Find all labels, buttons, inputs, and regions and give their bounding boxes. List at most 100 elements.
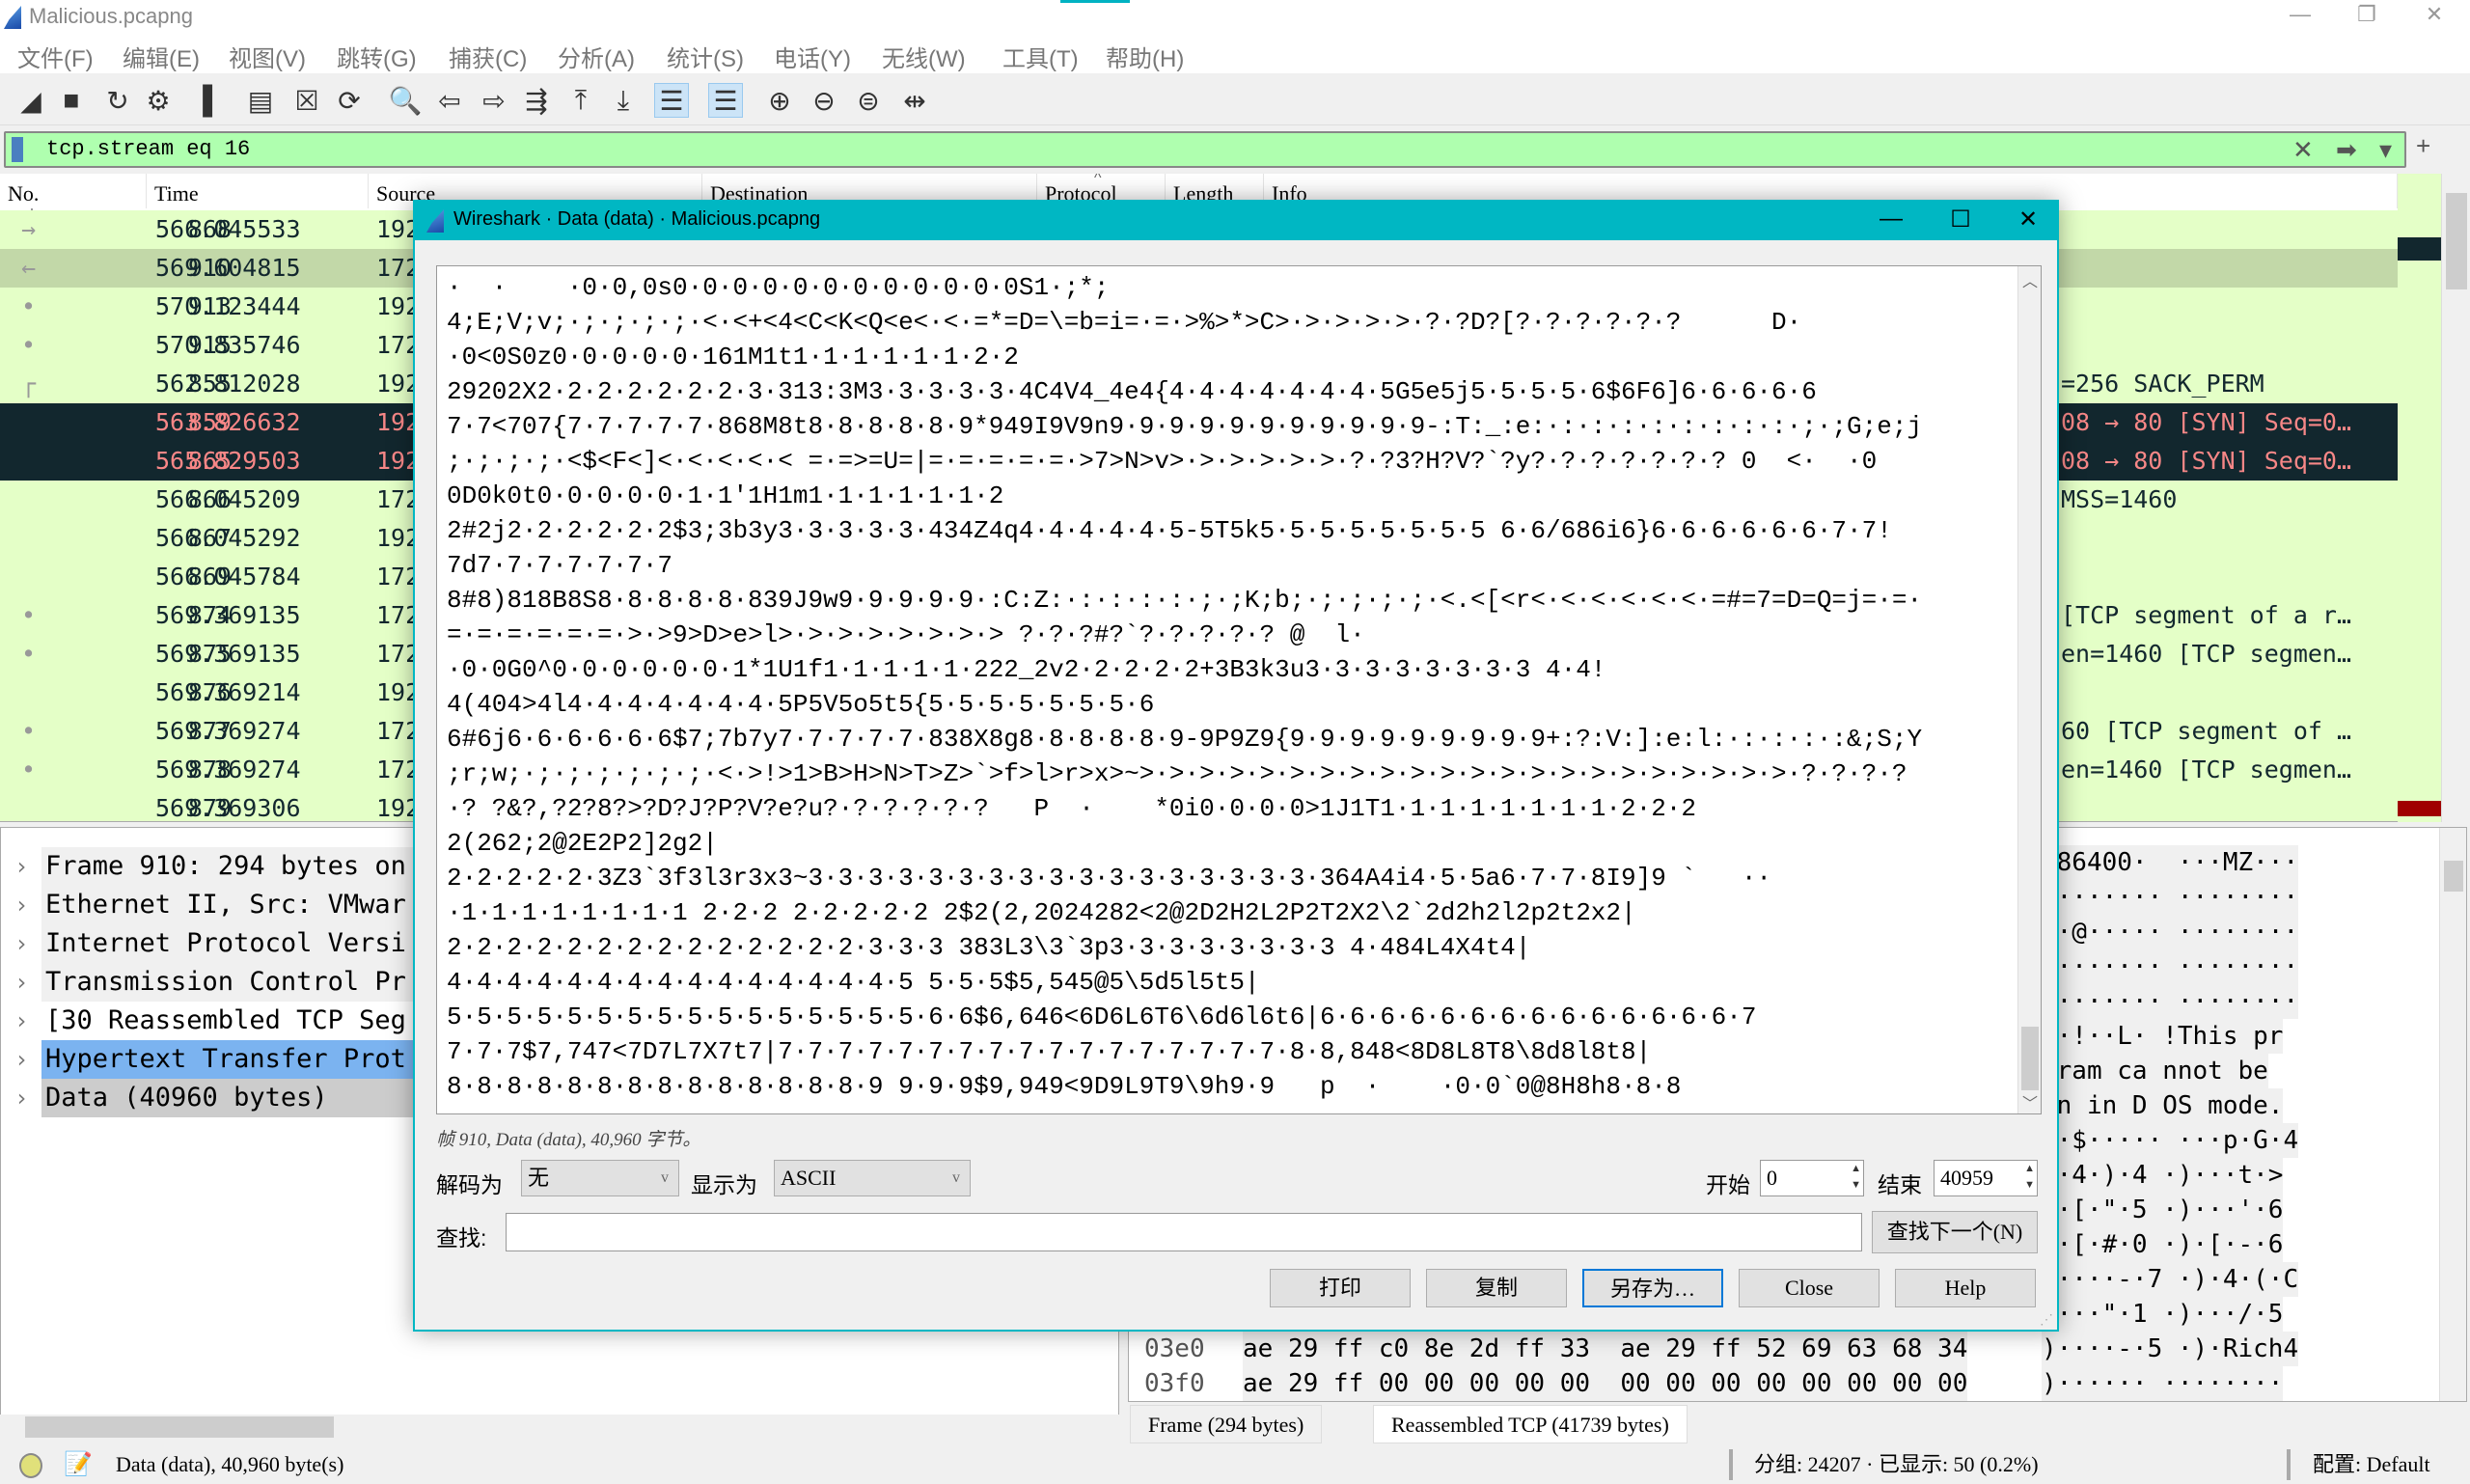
ascii-row[interactable]: ········ ········ [2042,949,2299,984]
packet-minimap[interactable] [2398,174,2441,822]
ascii-row[interactable]: un in D OS mode. [2042,1088,2284,1123]
go-forward-button[interactable]: ⇨ [477,83,511,118]
dialog-close-button[interactable]: ✕ [2009,206,2047,234]
expand-arrow-icon[interactable]: › [14,924,28,963]
menu-item[interactable]: 捕获(C) [449,40,527,73]
ascii-row[interactable]: )·4·)·4 ·)···t·> [2042,1158,2284,1193]
scroll-up-icon[interactable]: ︿ [2022,268,2038,291]
close-button[interactable]: Close [1739,1269,1880,1307]
apply-filter-button[interactable]: ➡ [2336,135,2357,165]
ascii-row[interactable]: ··$····· ···p·G·4 [2042,1123,2299,1158]
close-window-button[interactable]: ✕ [2415,2,2454,27]
zoom-in-button[interactable]: ⊕ [762,83,797,118]
zoom-normal-button[interactable]: ⊜ [851,83,886,118]
find-packet-button[interactable]: 🔍 [388,83,423,118]
text-line: 4(404>4l4·4·4·4·4·4·4·5P5V5o5t5{5·5·5·5·… [447,690,1155,719]
dialog-minimize-button[interactable]: — [1872,206,1910,233]
start-spinbox[interactable]: 0 ▲ ▼ [1760,1160,1864,1196]
hex-bytes[interactable]: ae 29 ff 00 00 00 00 00 00 00 00 00 00 0… [1243,1366,1968,1401]
packet-time: 569.369135 [155,601,301,629]
details-horizontal-scrollbar[interactable] [0,1415,1119,1440]
expand-arrow-icon[interactable]: › [14,1079,28,1117]
tab-reassembled-tcp[interactable]: Reassembled TCP (41739 bytes) [1373,1405,1688,1443]
resize-grip-icon[interactable]: ⋰ [2040,1311,2053,1328]
spin-arrows-icon[interactable]: ▲ ▼ [1851,1161,1861,1194]
spin-arrows-icon[interactable]: ▲ ▼ [2024,1161,2035,1194]
dialog-maximize-button[interactable]: ☐ [1941,206,1980,234]
packet-list-scrollbar[interactable] [2441,174,2470,822]
restart-capture-button[interactable]: ↻ [100,83,135,118]
reload-file-button[interactable]: ⟳ [332,83,367,118]
column-header-no[interactable]: No. [0,174,147,208]
menu-item[interactable]: 文件(F) [17,40,94,73]
edit-comment-icon[interactable]: 📝 [64,1445,93,1484]
save-as-button[interactable]: 另存为… [1582,1269,1723,1307]
start-capture-button[interactable]: ◢ [14,83,48,118]
expand-arrow-icon[interactable]: › [14,963,28,1002]
expand-arrow-icon[interactable]: › [14,1002,28,1040]
menu-item[interactable]: 帮助(H) [1106,40,1184,73]
text-view-scrollbar[interactable]: ︿ ﹀ [2017,266,2041,1113]
ascii-row[interactable]: )···"·1 ·)···/·5 [2042,1297,2284,1332]
ascii-row[interactable]: )····-·7 ·)·4·(·C [2042,1262,2299,1297]
bookmark-icon[interactable] [12,137,23,162]
copy-button[interactable]: 复制 [1426,1269,1567,1307]
last-packet-button[interactable]: ⤓ [606,83,641,118]
first-packet-button[interactable]: ⤒ [563,83,598,118]
profile-label[interactable]: 配置: Default [2313,1445,2430,1484]
menu-item[interactable]: 工具(T) [1002,40,1079,73]
column-header-time[interactable]: Time [147,174,369,208]
menu-item[interactable]: 统计(S) [667,40,744,73]
expand-arrow-icon[interactable]: › [14,1040,28,1079]
go-to-packet-button[interactable]: ⇶ [519,83,554,118]
expand-arrow-icon[interactable]: › [14,886,28,924]
bytes-scrollbar[interactable] [2439,828,2466,1401]
filter-history-dropdown[interactable]: ▾ [2379,135,2392,165]
menu-item[interactable]: 分析(A) [558,40,635,73]
help-button[interactable]: Help [1895,1269,2036,1307]
bytes-text-view[interactable]: ︿ ﹀ · · ·0·0,0s0·0·0·0·0·0·0·0·0·0·0·0S1… [436,265,2042,1114]
find-next-button[interactable]: 查找下一个(N) [1872,1211,2038,1253]
ascii-row[interactable]: gram ca nnot be [2042,1054,2268,1088]
ascii-row[interactable]: )····-·5 ·)·Rich4 [2042,1332,2299,1366]
auto-scroll-button[interactable]: ☰ [654,83,689,118]
hex-bytes[interactable]: ae 29 ff c0 8e 2d ff 33 ae 29 ff 52 69 6… [1243,1332,1968,1366]
related-packet-icon: • [21,601,37,629]
resize-columns-button[interactable]: ⇹ [897,83,932,118]
tab-frame-bytes[interactable]: Frame (294 bytes) [1130,1405,1323,1443]
ascii-row[interactable]: )·[·"·5 ·)···'·6 [2042,1193,2284,1227]
menu-item[interactable]: 跳转(G) [337,40,417,73]
minimize-button[interactable]: — [2281,2,2319,27]
decode-as-select[interactable]: 无v [521,1160,679,1196]
open-file-button[interactable]: ▌ [195,83,230,118]
expand-arrow-icon[interactable]: › [14,847,28,886]
display-filter-input[interactable]: tcp.stream eq 16 [46,137,250,161]
menu-item[interactable]: 电话(Y) [774,40,851,73]
save-file-button[interactable]: ▤ [243,83,278,118]
ascii-row[interactable]: =86400· ···MZ··· [2042,845,2299,880]
ascii-row[interactable]: ··!··L· !This pr [2042,1019,2284,1054]
end-spinbox[interactable]: 40959 ▲ ▼ [1934,1160,2038,1196]
colorize-button[interactable]: ☰ [708,83,743,118]
menu-item[interactable]: 视图(V) [229,40,306,73]
clear-filter-button[interactable]: ✕ [2292,135,2314,165]
capture-options-button[interactable]: ⚙ [141,83,176,118]
ascii-row[interactable]: ··@····· ········ [2042,915,2299,949]
scroll-down-icon[interactable]: ﹀ [2022,1090,2038,1113]
close-file-button[interactable]: ☒ [289,83,324,118]
menu-item[interactable]: 编辑(E) [123,40,200,73]
print-button[interactable]: 打印 [1270,1269,1411,1307]
stop-capture-button[interactable]: ■ [54,83,89,118]
ascii-row[interactable]: ········ ········ [2042,984,2299,1019]
ascii-row[interactable]: )·[·#·0 ·)·[·-·6 [2042,1227,2284,1262]
find-input[interactable] [506,1213,1862,1251]
ready-status-icon[interactable] [19,1453,42,1478]
maximize-button[interactable]: ❐ [2347,2,2386,27]
go-back-button[interactable]: ⇦ [432,83,467,118]
ascii-row[interactable]: ········ ········ [2042,880,2299,915]
show-as-select[interactable]: ASCII v [774,1160,971,1196]
zoom-out-button[interactable]: ⊖ [807,83,841,118]
menu-item[interactable]: 无线(W) [882,40,966,73]
ascii-row[interactable]: )······ ········ [2042,1366,2284,1401]
add-filter-button[interactable]: + [2416,131,2430,161]
